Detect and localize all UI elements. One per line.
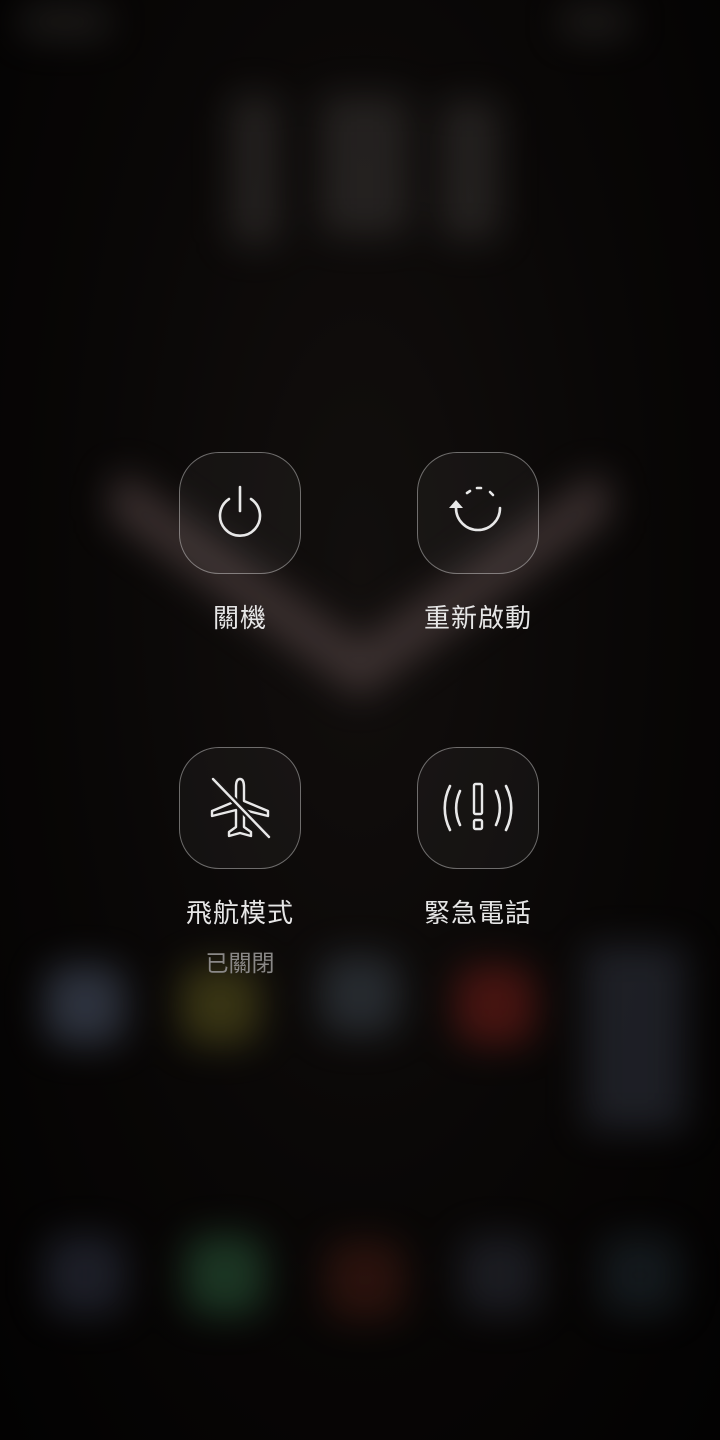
restart-button[interactable]	[417, 452, 539, 574]
restart-option[interactable]: 重新啟動	[358, 452, 598, 635]
power-off-option[interactable]: 關機	[120, 452, 360, 635]
power-options-menu: 關機 重新啟動 飛航模式 已關閉 緊急電話	[0, 0, 720, 1440]
power-off-label: 關機	[212, 604, 267, 634]
airplane-off-icon	[210, 776, 272, 840]
power-menu-screen: 關機 重新啟動 飛航模式 已關閉 緊急電話	[0, 0, 720, 1440]
airplane-mode-option[interactable]: 飛航模式 已關閉	[120, 747, 360, 978]
power-icon	[218, 485, 262, 537]
restart-icon	[449, 486, 502, 532]
airplane-mode-status: 已關閉	[205, 951, 275, 977]
emergency-call-label: 緊急電話	[423, 899, 532, 929]
emergency-call-option[interactable]: 緊急電話	[358, 747, 598, 930]
restart-label: 重新啟動	[423, 604, 532, 634]
airplane-mode-button[interactable]	[179, 747, 301, 869]
emergency-call-button[interactable]	[417, 747, 539, 869]
emergency-alert-icon	[443, 782, 513, 832]
airplane-mode-label: 飛航模式	[185, 899, 294, 929]
power-off-button[interactable]	[179, 452, 301, 574]
